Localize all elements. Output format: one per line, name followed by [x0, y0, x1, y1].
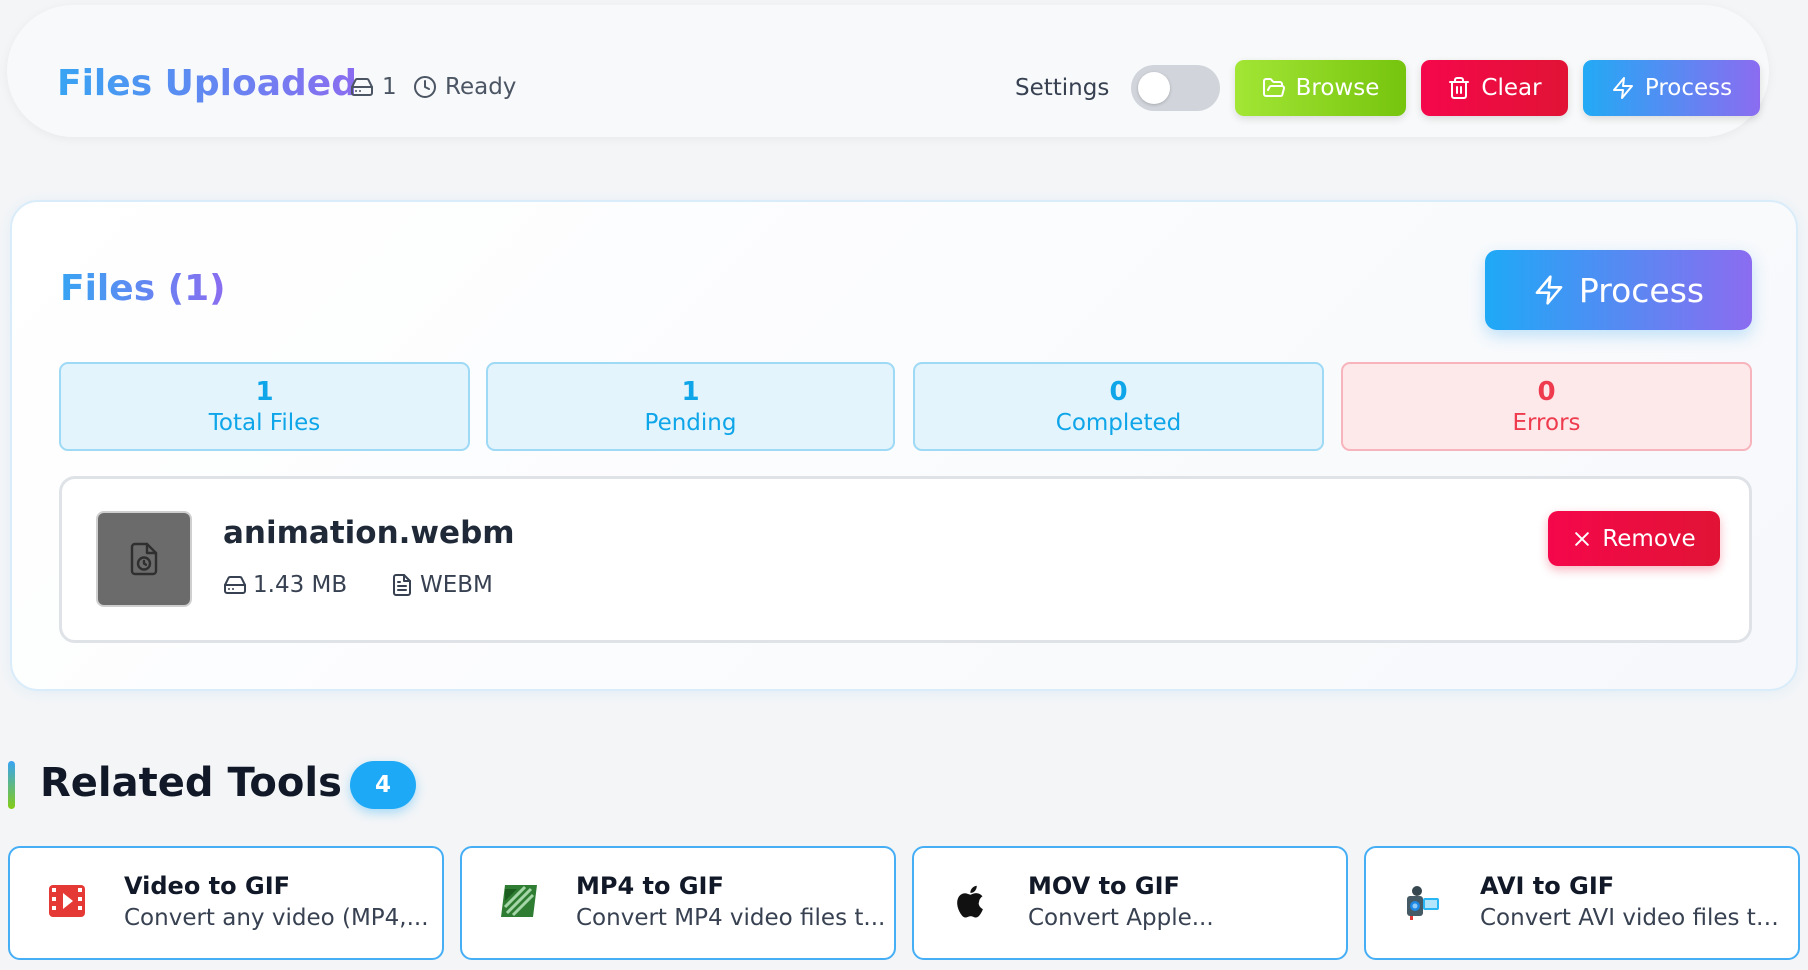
- process-button-top[interactable]: Process: [1583, 60, 1760, 116]
- file-clock-icon: [130, 542, 158, 576]
- stat-label: Errors: [1512, 409, 1581, 436]
- clear-button[interactable]: Clear: [1421, 60, 1568, 116]
- file-size: 1.43 MB: [223, 572, 347, 598]
- file-count: 1: [350, 74, 397, 100]
- tool-icon-container: [1400, 878, 1446, 924]
- tool-card-video-to-gif[interactable]: Video to GIF Convert any video (MP4,...: [8, 846, 444, 960]
- file-type: WEBM: [390, 572, 493, 598]
- process-button[interactable]: Process: [1485, 250, 1752, 330]
- tool-description: Convert Apple...: [1028, 905, 1214, 931]
- browse-button[interactable]: Browse: [1235, 60, 1406, 116]
- files-title: Files (1): [60, 268, 226, 309]
- stat-value: 0: [1109, 376, 1128, 407]
- status-indicator: Ready: [413, 74, 516, 100]
- file-count-value: 1: [382, 74, 397, 100]
- tool-name: MP4 to GIF: [576, 872, 724, 900]
- top-bar: Files Uploaded 1 Ready Settings Browse C…: [7, 5, 1769, 137]
- section-accent-bar: [8, 761, 15, 809]
- file-size-value: 1.43 MB: [253, 572, 348, 598]
- file-item: animation.webm 1.43 MB WEBM Remove: [59, 476, 1752, 643]
- tool-card-avi-to-gif[interactable]: AVI to GIF Convert AVI video files to...: [1364, 846, 1800, 960]
- tool-icon-container: [948, 878, 994, 924]
- tool-description: Convert AVI video files to...: [1480, 905, 1790, 931]
- file-name: animation.webm: [223, 515, 515, 551]
- file-thumbnail: [96, 511, 192, 607]
- apple-icon: [957, 885, 983, 918]
- page-title: Files Uploaded: [57, 63, 357, 104]
- tool-card-mp4-to-gif[interactable]: MP4 to GIF Convert MP4 video files t...: [460, 846, 896, 960]
- stat-value: 0: [1537, 376, 1556, 407]
- tool-description: Convert any video (MP4,...: [124, 905, 429, 931]
- file-type-value: WEBM: [420, 572, 493, 598]
- close-icon: [1575, 531, 1590, 546]
- settings-label: Settings: [1015, 75, 1110, 101]
- related-tools-count-badge: 4: [350, 761, 416, 809]
- browse-label: Browse: [1295, 75, 1380, 101]
- folder-open-icon: [1262, 78, 1285, 97]
- stat-value: 1: [681, 376, 700, 407]
- related-tools-title: Related Tools: [40, 760, 342, 806]
- stat-total-files: 1 Total Files: [59, 362, 470, 451]
- film-icon: [49, 885, 85, 917]
- camcorder-icon: [1407, 886, 1439, 920]
- clear-label: Clear: [1481, 75, 1542, 101]
- tool-name: Video to GIF: [124, 872, 291, 900]
- mp4-icon: [501, 885, 537, 917]
- remove-label: Remove: [1602, 525, 1696, 552]
- process-label-top: Process: [1644, 75, 1733, 101]
- stat-label: Pending: [644, 409, 737, 436]
- zap-icon: [1612, 77, 1633, 99]
- stat-completed: 0 Completed: [913, 362, 1324, 451]
- file-text-icon: [393, 574, 411, 596]
- tool-name: MOV to GIF: [1028, 872, 1180, 900]
- stat-pending: 1 Pending: [486, 362, 895, 451]
- tool-icon-container: [496, 878, 542, 924]
- stat-label: Total Files: [208, 409, 321, 436]
- toggle-knob: [1138, 72, 1170, 104]
- tool-description: Convert MP4 video files t...: [576, 905, 886, 931]
- hard-drive-icon: [351, 78, 373, 96]
- files-panel: Files (1) Process 1 Total Files 1 Pendin…: [10, 200, 1798, 691]
- settings-toggle[interactable]: [1131, 65, 1220, 111]
- tool-icon-container: [44, 878, 90, 924]
- stat-label: Completed: [1055, 409, 1182, 436]
- tool-card-mov-to-gif[interactable]: MOV to GIF Convert Apple...: [912, 846, 1348, 960]
- trash-icon: [1449, 77, 1470, 99]
- status-text: Ready: [445, 74, 517, 100]
- clock-icon: [414, 76, 436, 98]
- zap-icon: [1535, 275, 1563, 305]
- remove-button[interactable]: Remove: [1548, 511, 1720, 566]
- tool-name: AVI to GIF: [1480, 872, 1615, 900]
- process-label: Process: [1578, 270, 1705, 310]
- stat-value: 1: [255, 376, 274, 407]
- hard-drive-icon: [224, 576, 246, 594]
- stat-errors: 0 Errors: [1341, 362, 1752, 451]
